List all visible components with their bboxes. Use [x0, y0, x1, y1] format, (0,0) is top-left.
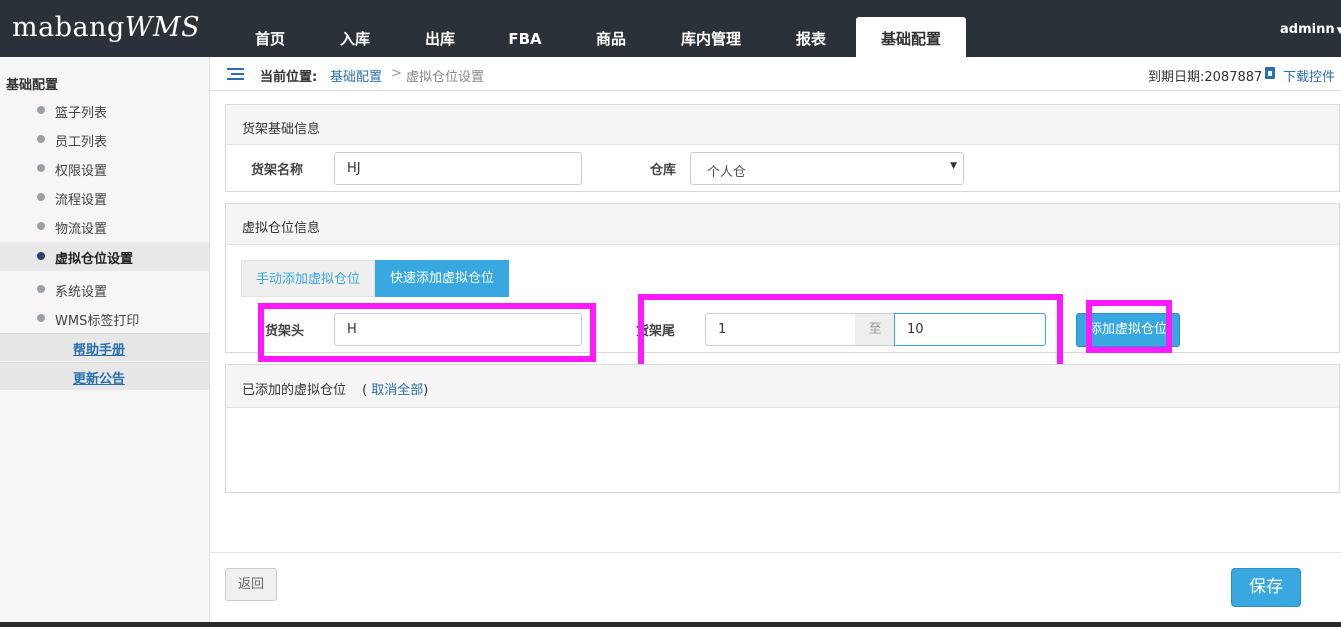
bullet-icon: [37, 252, 45, 260]
sidebar-item-logistics[interactable]: 物流设置: [0, 212, 209, 241]
breadcrumb-current: 虚拟仓位设置: [406, 70, 485, 85]
added-slots-panel: 已添加的虚拟仓位 (取消全部): [225, 364, 1340, 493]
tab-quick-add[interactable]: 快速添加虚拟仓位: [375, 260, 509, 297]
tab-manual-add[interactable]: 手动添加虚拟仓位: [241, 260, 375, 297]
breadcrumb-separator: >: [391, 66, 402, 81]
menu-toggle-icon[interactable]: [227, 68, 244, 80]
bullet-icon: [37, 193, 45, 201]
back-button[interactable]: 返回: [225, 568, 277, 601]
nav-reports[interactable]: 报表: [781, 0, 841, 57]
taskbar-strip: [0, 622, 1341, 627]
app-logo[interactable]: mabangWMS: [12, 12, 200, 43]
sidebar: 基础配置 篮子列表 员工列表 权限设置 流程设置 物流设置 虚拟仓位设置 系统设…: [0, 57, 210, 627]
expiry-date: 到期日期:2087887: [1148, 70, 1263, 85]
footer-divider: [210, 552, 1341, 553]
bullet-icon: [37, 164, 45, 172]
sidebar-item-system[interactable]: 系统设置: [0, 275, 209, 304]
nav-fba[interactable]: FBA: [495, 0, 555, 57]
breadcrumb: 当前位置: 基础配置 > 虚拟仓位设置 到期日期:2087887 下载控件: [210, 57, 1341, 91]
top-nav-bar: mabangWMS 首页 入库 出库 FBA 商品 库内管理 报表 基础配置 a…: [0, 0, 1341, 57]
warehouse-select[interactable]: 个人仓 ▼: [690, 152, 964, 185]
panel-title: 货架基础信息: [242, 122, 321, 137]
sidebar-title: 基础配置: [6, 78, 59, 93]
sidebar-item-virtual-slot[interactable]: 虚拟仓位设置: [0, 242, 209, 271]
nav-warehouse-management[interactable]: 库内管理: [666, 0, 756, 57]
panel-header: 货架基础信息: [226, 105, 1339, 145]
panel-title: 虚拟仓位信息: [242, 221, 321, 236]
add-virtual-slot-button[interactable]: 添加虚拟仓位: [1076, 313, 1180, 347]
panel-header: 虚拟仓位信息: [226, 204, 1339, 245]
bullet-icon: [37, 135, 45, 143]
shelf-head-input[interactable]: [334, 313, 582, 346]
nav-home[interactable]: 首页: [240, 0, 300, 57]
range-separator: 至: [855, 313, 895, 346]
nav-inbound[interactable]: 入库: [325, 0, 385, 57]
download-icon[interactable]: [1265, 67, 1275, 79]
download-plugin-link[interactable]: 下载控件: [1283, 66, 1335, 85]
sidebar-item-workflow[interactable]: 流程设置: [0, 183, 209, 212]
panel-header: 已添加的虚拟仓位 (取消全部): [226, 365, 1339, 408]
sidebar-link-help[interactable]: 帮助手册: [0, 333, 209, 361]
shelf-tail-from-input[interactable]: [705, 313, 856, 346]
save-button[interactable]: 保存: [1231, 568, 1301, 607]
nav-basic-config[interactable]: 基础配置: [856, 17, 966, 57]
sidebar-item-staff-list[interactable]: 员工列表: [0, 125, 209, 154]
shelf-tail-label: 货架尾: [636, 324, 676, 339]
shelf-tail-to-input[interactable]: [894, 313, 1046, 346]
nav-products[interactable]: 商品: [581, 0, 641, 57]
shelf-name-label: 货架名称: [251, 163, 304, 178]
breadcrumb-parent-link[interactable]: 基础配置: [330, 66, 382, 85]
shelf-head-label: 货架头: [265, 324, 305, 339]
dropdown-arrow-icon: ▼: [950, 161, 957, 171]
bullet-icon: [37, 314, 45, 322]
warehouse-label: 仓库: [650, 163, 677, 178]
bullet-icon: [37, 285, 45, 293]
cancel-all-link[interactable]: 取消全部: [371, 383, 423, 398]
nav-outbound[interactable]: 出库: [410, 0, 470, 57]
breadcrumb-label: 当前位置:: [260, 70, 318, 85]
user-menu[interactable]: adminn ▼: [1280, 22, 1341, 37]
sidebar-item-wms-label-print[interactable]: WMS标签打印: [0, 304, 209, 333]
sidebar-item-permissions[interactable]: 权限设置: [0, 154, 209, 183]
sidebar-link-announcements[interactable]: 更新公告: [0, 362, 209, 390]
chevron-down-icon: ▼: [1336, 26, 1341, 36]
sidebar-item-basket-list[interactable]: 篮子列表: [0, 96, 209, 125]
shelf-name-input[interactable]: [334, 152, 582, 185]
panel-title: 已添加的虚拟仓位 (取消全部): [242, 383, 429, 398]
bullet-icon: [37, 222, 45, 230]
bullet-icon: [37, 106, 45, 114]
